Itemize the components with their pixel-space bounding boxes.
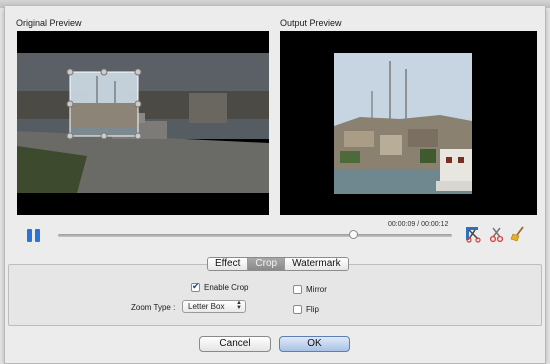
original-preview: [17, 31, 269, 215]
cut-tool-button[interactable]: [487, 224, 507, 244]
seek-thumb[interactable]: [349, 230, 358, 239]
flip-label: Flip: [306, 305, 319, 314]
output-preview: [280, 31, 537, 215]
enable-crop-checkbox[interactable]: Enable Crop: [191, 281, 249, 292]
enable-crop-check-icon[interactable]: [191, 281, 200, 292]
select-arrows-icon: ▲ ▼: [236, 300, 242, 311]
tab-crop[interactable]: Crop: [248, 258, 286, 270]
time-readout: 00:00:09 / 00:00:12: [388, 221, 449, 228]
tab-watermark[interactable]: Watermark: [285, 258, 348, 270]
flip-checkbox[interactable]: Flip: [293, 305, 319, 314]
zoom-type-label: Zoom Type :: [131, 303, 176, 312]
ok-button[interactable]: OK: [279, 336, 350, 352]
original-preview-label: Original Preview: [16, 18, 82, 28]
cancel-button[interactable]: Cancel: [199, 336, 271, 352]
pause-icon: [27, 229, 32, 242]
enable-crop-label: Enable Crop: [204, 283, 249, 292]
output-preview-image: [280, 31, 537, 215]
mirror-check-box[interactable]: [293, 285, 302, 294]
broom-icon: [510, 226, 524, 242]
tab-effect[interactable]: Effect: [208, 258, 249, 270]
crop-tool-icon: [466, 227, 481, 243]
mirror-label: Mirror: [306, 285, 327, 294]
settings-panel: [8, 264, 542, 326]
crop-tool-button[interactable]: [463, 224, 483, 244]
flip-check-box[interactable]: [293, 305, 302, 314]
output-preview-label: Output Preview: [280, 18, 342, 28]
clear-tool-button[interactable]: [508, 224, 528, 244]
scissors-icon: [489, 227, 504, 243]
original-preview-image: [17, 31, 269, 215]
settings-tabs: Effect Crop Watermark: [207, 257, 349, 271]
zoom-type-value: Letter Box: [188, 302, 225, 311]
pause-icon-bar: [35, 229, 40, 242]
seek-track[interactable]: [58, 234, 452, 237]
zoom-type-select[interactable]: Letter Box ▲ ▼: [182, 300, 246, 313]
mirror-checkbox[interactable]: Mirror: [293, 285, 327, 294]
pause-button[interactable]: [27, 229, 41, 242]
